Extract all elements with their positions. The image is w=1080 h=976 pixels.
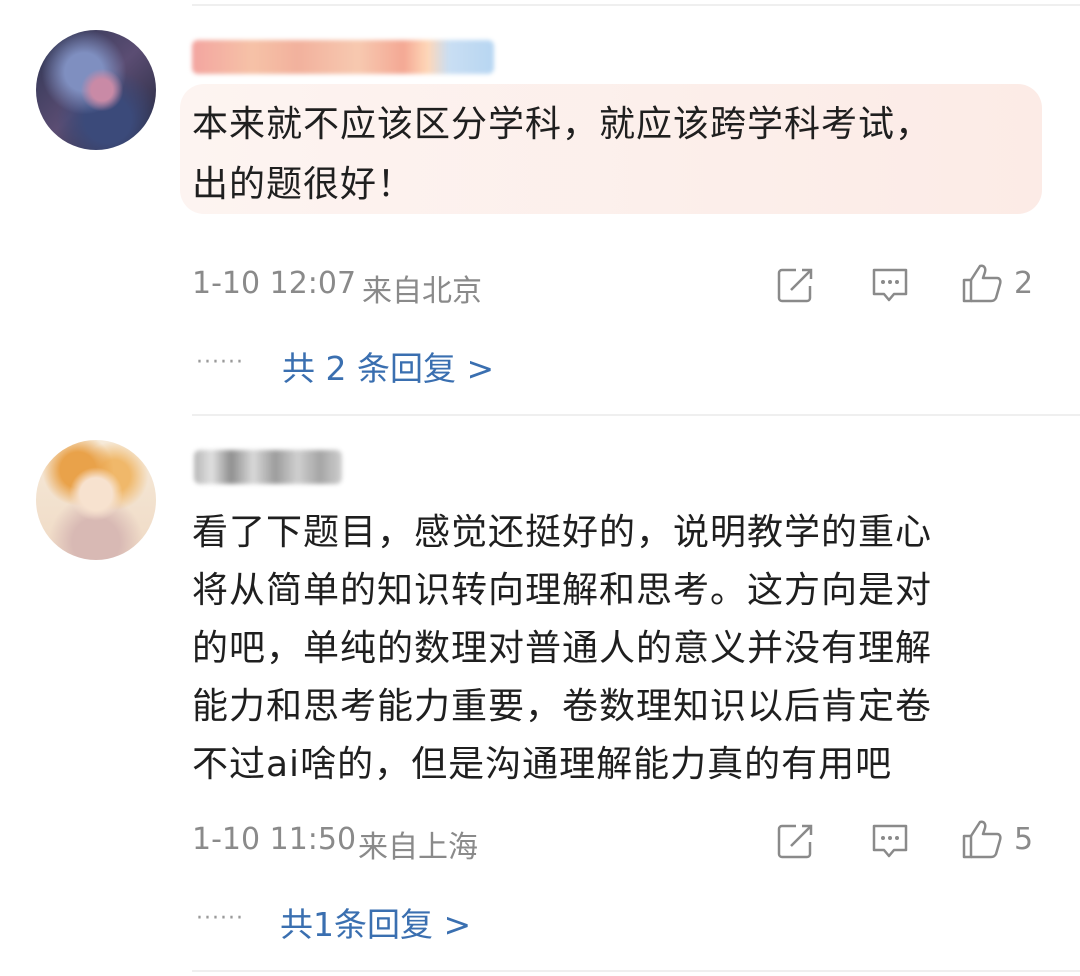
comment-icon [872,824,908,858]
comment-location: 来自上海 [358,830,478,865]
view-replies-link[interactable]: 共1条回复 > [280,898,471,946]
comment-text-line: 出的题很好！ [192,164,415,205]
divider-top [192,4,1080,6]
reply-dots: ······ [196,906,244,931]
share-button[interactable] [776,266,816,304]
comment-text-line: 不过ai啥的，但是沟通理解能力真的有用吧 [192,744,893,785]
comment-text-line: 本来就不应该区分学科，就应该跨学科考试， [192,104,933,145]
avatar[interactable] [36,30,156,150]
comment-icon [872,268,908,302]
comment-timestamp: 1-10 11:50 [192,822,357,857]
share-button[interactable] [776,822,816,860]
view-replies-link[interactable]: 共 2 条回复 > [282,342,494,390]
like-button[interactable]: 2 [960,262,1033,304]
like-count: 5 [1014,821,1034,857]
comment-text-line: 看了下题目，感觉还挺好的，说明教学的重心 [192,512,933,553]
comment-text-line: 能力和思考能力重要，卷数理知识以后肯定卷 [192,686,933,727]
reply-dots: ······ [196,350,244,375]
avatar[interactable] [36,440,156,560]
reply-comment-button[interactable] [870,266,910,304]
username-blurred[interactable] [194,450,342,484]
comment-text-line: 的吧，单纯的数理对普通人的意义并没有理解 [192,628,933,669]
username-blurred[interactable] [192,40,494,74]
comment-location: 来自北京 [362,274,482,309]
comment-timestamp: 1-10 12:07 [192,266,357,301]
divider-bottom [192,970,1080,972]
divider-middle [192,414,1080,416]
like-count: 2 [1014,265,1034,301]
like-icon [962,264,1002,303]
share-icon [777,268,813,303]
reply-comment-button[interactable] [870,822,910,860]
comment-text-line: 将从简单的知识转向理解和思考。这方向是对 [192,570,933,611]
like-button[interactable]: 5 [960,818,1033,860]
like-icon [962,820,1002,859]
share-icon [777,824,813,859]
